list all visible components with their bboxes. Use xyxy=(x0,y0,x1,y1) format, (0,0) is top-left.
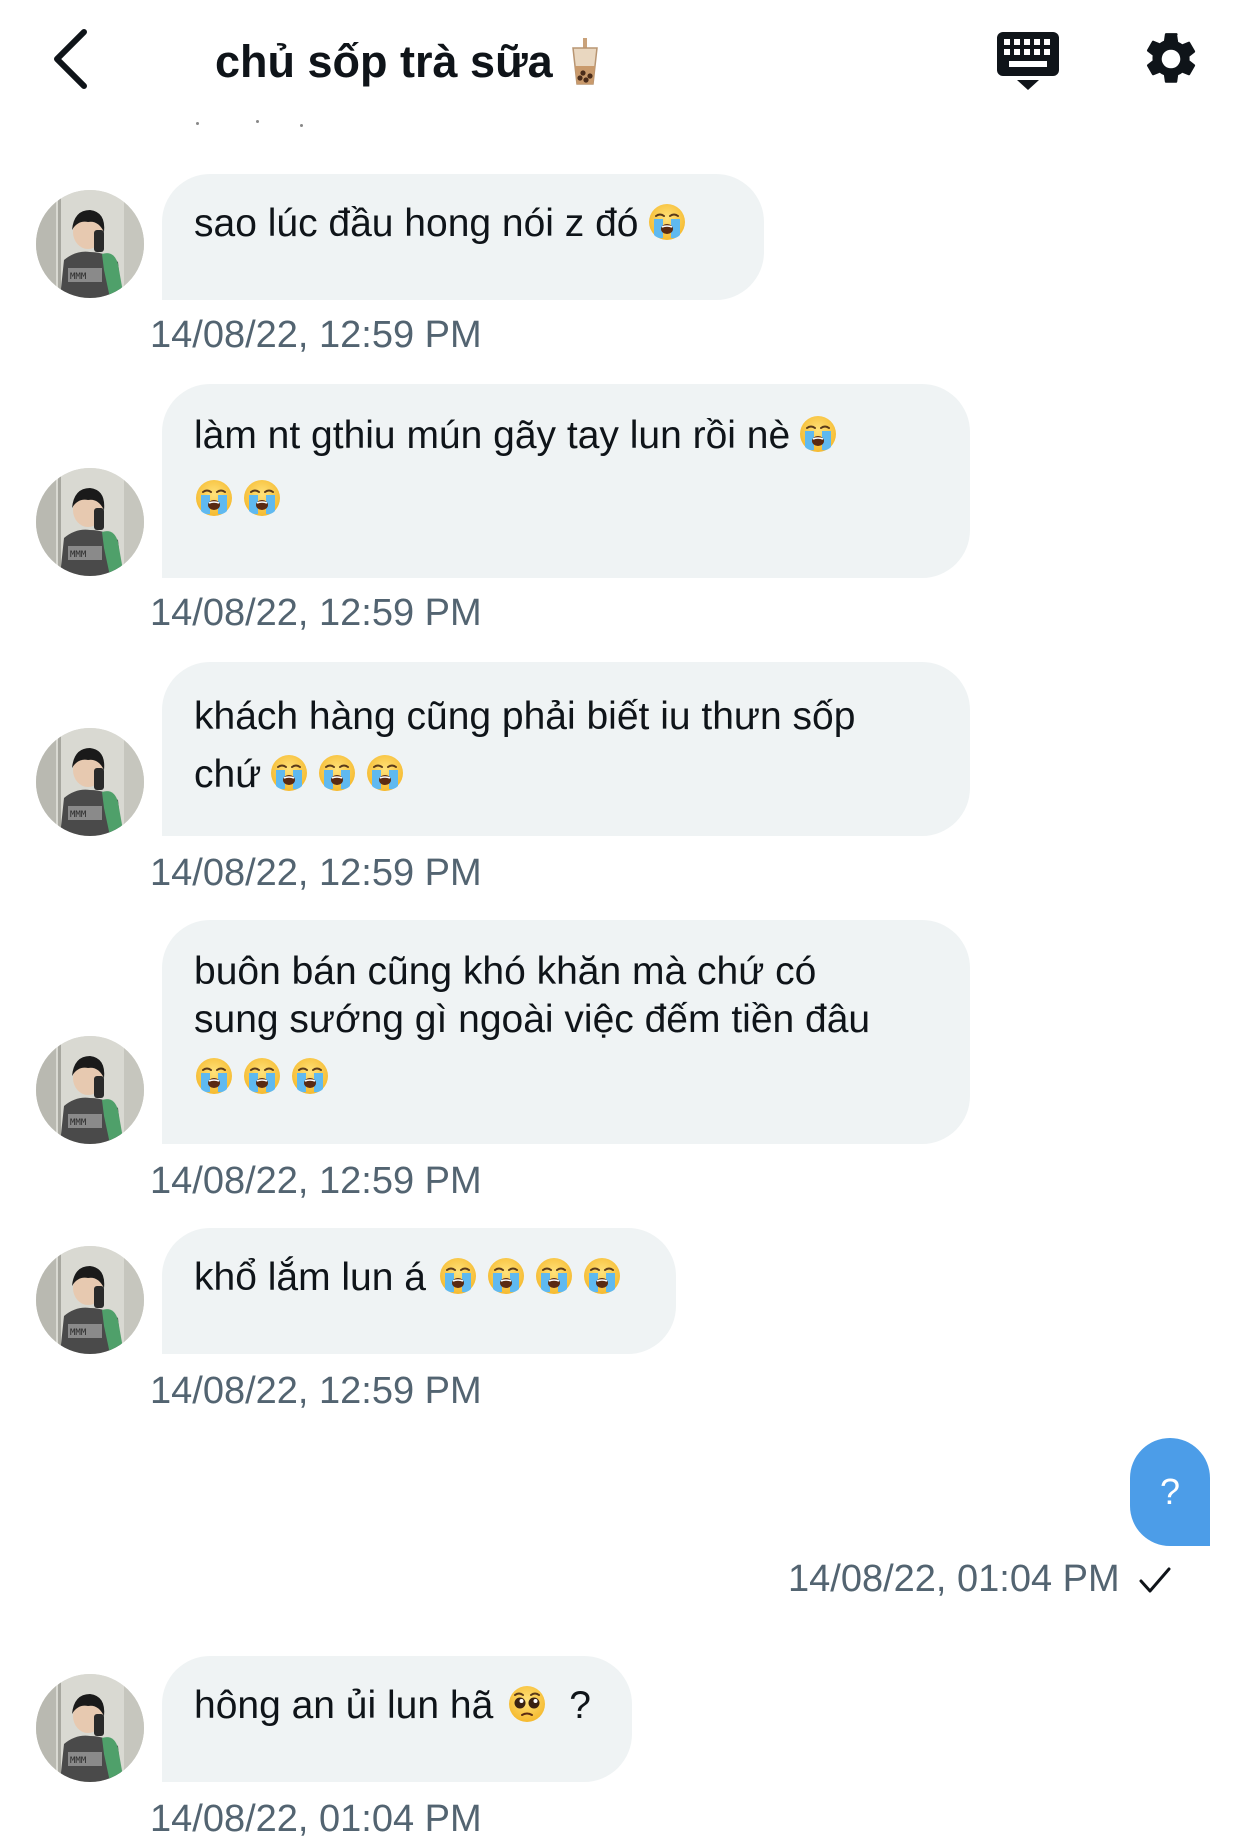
message-bubble[interactable]: buôn bán cũng khó khăn mà chứ có sung sư… xyxy=(162,920,970,1144)
message-timestamp: 14/08/22, 12:59 PM xyxy=(150,1370,482,1412)
loudly-crying-face-icon xyxy=(534,1256,574,1296)
message-suffix: ? xyxy=(569,1684,591,1727)
message-bubble[interactable]: hông an ủi lun hã? xyxy=(162,1656,632,1782)
message-text: hông an ủi lun hã xyxy=(194,1684,494,1727)
keyboard-button[interactable] xyxy=(990,28,1066,98)
checkmark-icon xyxy=(1138,1565,1172,1595)
message-bubble[interactable]: khách hàng cũng phải biết iu thưn sốp ch… xyxy=(162,662,970,836)
loudly-crying-face-icon xyxy=(486,1256,526,1296)
loudly-crying-face-icon xyxy=(269,753,309,793)
avatar[interactable] xyxy=(36,190,144,298)
conversation-title-group[interactable]: chủ sốp trà sữa xyxy=(215,36,599,88)
loudly-crying-face-icon xyxy=(647,202,687,242)
avatar[interactable] xyxy=(36,1036,144,1144)
avatar[interactable] xyxy=(36,1246,144,1354)
loudly-crying-face-icon xyxy=(242,478,282,518)
message-text: sung sướng gì ngoài việc đếm tiền đâu xyxy=(194,998,871,1041)
loudly-crying-face-icon xyxy=(582,1256,622,1296)
pleading-face-icon xyxy=(507,1684,547,1724)
loudly-crying-face-icon xyxy=(317,753,357,793)
back-button[interactable] xyxy=(40,26,100,96)
message-text: buôn bán cũng khó khăn mà chứ có xyxy=(194,950,817,993)
loudly-crying-face-icon xyxy=(290,1056,330,1096)
message-timestamp: 14/08/22, 12:59 PM xyxy=(150,1160,482,1202)
loudly-crying-face-icon xyxy=(194,1056,234,1096)
gear-icon xyxy=(1140,28,1202,95)
avatar[interactable] xyxy=(36,468,144,576)
message-bubble[interactable]: sao lúc đầu hong nói z đó xyxy=(162,174,764,300)
message-text: sao lúc đầu hong nói z đó xyxy=(194,202,639,245)
loudly-crying-face-icon xyxy=(798,414,838,454)
sent-message-text: ? xyxy=(1159,1471,1181,1512)
message-timestamp: 14/08/22, 12:59 PM xyxy=(150,592,482,634)
loudly-crying-face-icon xyxy=(242,1056,282,1096)
message-text: khổ lắm lun á xyxy=(194,1256,426,1299)
message-timestamp: 14/08/22, 12:59 PM xyxy=(150,852,482,894)
message-timestamp: 14/08/22, 01:04 PM xyxy=(150,1798,482,1840)
settings-button[interactable] xyxy=(1136,26,1206,96)
conversation-header: chủ sốp trà sữa xyxy=(0,0,1242,130)
message-timestamp: 14/08/22, 12:59 PM xyxy=(150,314,482,356)
message-text: khách hàng cũng phải biết iu thưn sốp xyxy=(194,695,856,738)
sent-message-bubble[interactable]: ? xyxy=(1130,1438,1210,1546)
chevron-left-icon xyxy=(50,28,90,95)
message-bubble[interactable]: làm nt gthiu mún gãy tay lun rồi nè xyxy=(162,384,970,578)
keyboard-icon xyxy=(995,30,1061,97)
loudly-crying-face-icon xyxy=(365,753,405,793)
loudly-crying-face-icon xyxy=(438,1256,478,1296)
message-text: chứ xyxy=(194,753,262,796)
bubble-tea-icon xyxy=(571,38,599,86)
loudly-crying-face-icon xyxy=(194,478,234,518)
cut-off-timestamp xyxy=(188,118,328,134)
avatar[interactable] xyxy=(36,1674,144,1782)
message-bubble[interactable]: khổ lắm lun á xyxy=(162,1228,676,1354)
sent-message-status: 14/08/22, 01:04 PM xyxy=(788,1558,1172,1601)
message-text: làm nt gthiu mún gãy tay lun rồi nè xyxy=(194,414,791,457)
avatar[interactable] xyxy=(36,728,144,836)
sent-message-timestamp: 14/08/22, 01:04 PM xyxy=(788,1558,1120,1600)
conversation-title: chủ sốp trà sữa xyxy=(215,36,553,87)
